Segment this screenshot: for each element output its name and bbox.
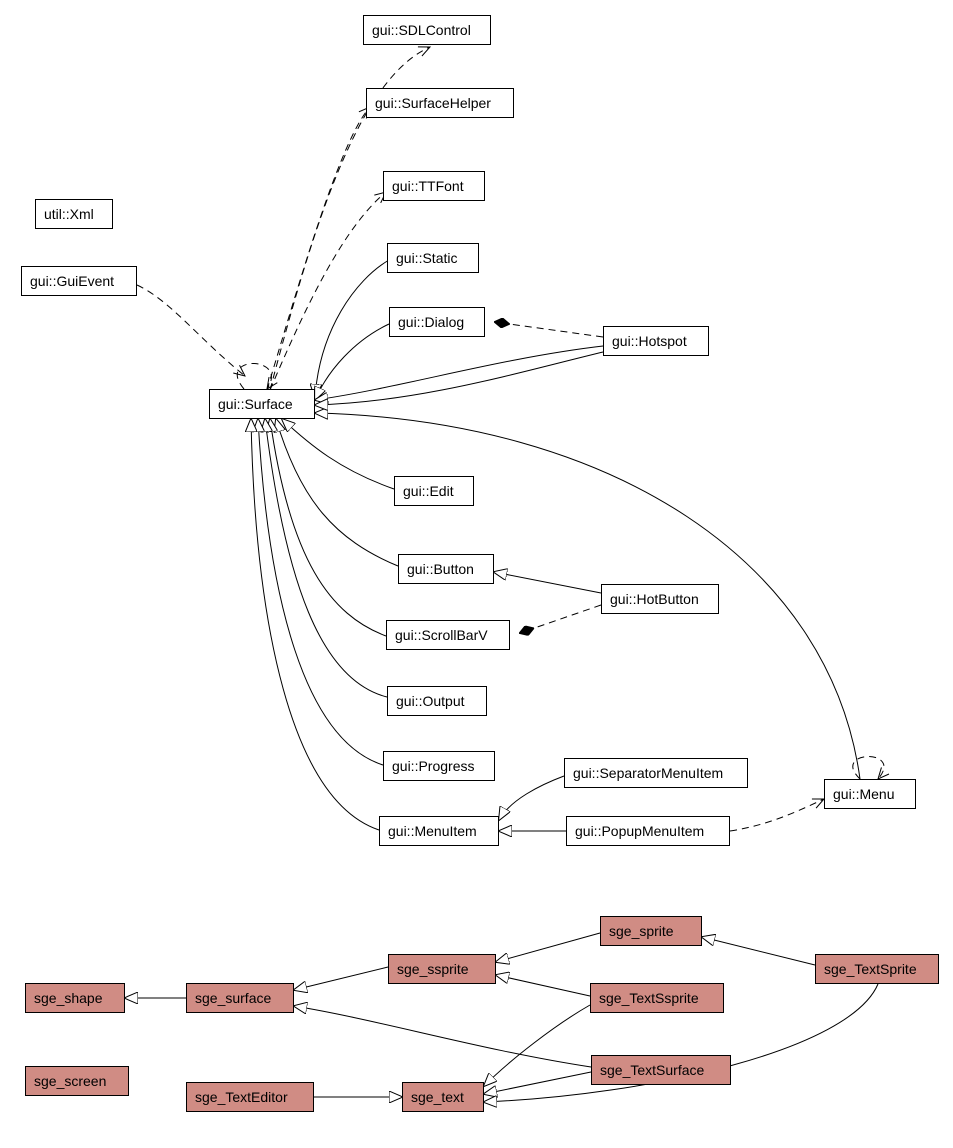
class-node-sgeTextSsprite[interactable]: sge_TextSsprite (590, 983, 724, 1013)
edge-guiMenuItem-to-guiSurface (251, 419, 379, 830)
class-node-guiPopupMenuItem[interactable]: gui::PopupMenuItem (566, 816, 730, 846)
class-node-guiOutput[interactable]: gui::Output (387, 686, 487, 716)
class-node-label: gui::MenuItem (388, 823, 477, 839)
diagram-canvas: util::Xmlgui::GuiEvent gui::SDLControlgui… (0, 0, 953, 1148)
edge-sgeTextSsprite-to-sgeText (484, 1005, 590, 1086)
class-node-label: gui::Surface (218, 396, 293, 412)
edge-guiPopupMenuItem-to-guiMenu (730, 799, 824, 831)
edge-guiSurface-to-guiSurfaceHelper (267, 107, 370, 390)
edge-guiOutput-to-guiSurface (265, 419, 387, 697)
class-node-label: gui::Output (396, 693, 465, 709)
class-node-guiStatic[interactable]: gui::Static (387, 243, 479, 273)
edge-guiProgress-to-guiSurface (258, 419, 383, 765)
edge-guiScrollBarV-to-guiSurface (270, 419, 386, 636)
class-node-label: sge_TextSsprite (599, 990, 699, 1006)
class-node-label: util::Xml (44, 206, 94, 222)
edge-guiButton-to-guiSurface (276, 419, 398, 566)
class-node-sgeText[interactable]: sge_text (402, 1082, 484, 1112)
class-node-label: sge_sprite (609, 923, 674, 939)
edge-guiHotspot-to-guiDialog (495, 322, 603, 337)
class-node-label: gui::Static (396, 250, 457, 266)
class-node-sgeShape[interactable]: sge_shape (25, 983, 125, 1013)
class-node-label: gui::SurfaceHelper (375, 95, 491, 111)
class-node-guiSurfaceHelper[interactable]: gui::SurfaceHelper (366, 88, 514, 118)
class-node-label: gui::TTFont (392, 178, 464, 194)
class-node-guiTTFont[interactable]: gui::TTFont (383, 171, 485, 201)
class-node-sgeScreen[interactable]: sge_screen (25, 1066, 129, 1096)
edge-guiDialog-to-guiSurface (315, 324, 389, 400)
class-node-label: gui::Edit (403, 483, 454, 499)
class-node-label: sge_TextSprite (824, 961, 917, 977)
class-node-guiMenuItem[interactable]: gui::MenuItem (379, 816, 499, 846)
edge-guiSeparatorMenuItem-to-guiMenuItem (499, 776, 564, 820)
class-node-sgeSprite[interactable]: sge_sprite (600, 916, 702, 946)
class-node-label: sge_screen (34, 1073, 106, 1089)
class-node-label: sge_shape (34, 990, 103, 1006)
edge-guiHotspot-to-guiSurface (315, 352, 603, 405)
class-node-sgeSsprite[interactable]: sge_ssprite (388, 954, 496, 984)
class-node-label: gui::HotButton (610, 591, 699, 607)
class-node-sgeTextEditor[interactable]: sge_TextEditor (186, 1082, 314, 1112)
class-node-guiEdit[interactable]: gui::Edit (394, 476, 474, 506)
class-node-label: gui::Button (407, 561, 474, 577)
class-node-guiSeparatorMenuItem[interactable]: gui::SeparatorMenuItem (564, 758, 748, 788)
class-node-guiSurface[interactable]: gui::Surface (209, 389, 315, 419)
edge-guiGuiEvent-to-guiSurface (137, 285, 245, 376)
class-node-guiButton[interactable]: gui::Button (398, 554, 494, 584)
edge-sgeSsprite-to-sgeSurface (294, 967, 388, 990)
edge-guiMenu-to-guiMenu (853, 756, 884, 779)
class-node-guiScrollBarV[interactable]: gui::ScrollBarV (386, 620, 510, 650)
class-node-label: gui::Progress (392, 758, 474, 774)
edge-guiSurface-to-guiSurface (237, 364, 271, 390)
class-node-guiProgress[interactable]: gui::Progress (383, 751, 495, 781)
class-node-guiHotButton[interactable]: gui::HotButton (601, 584, 719, 614)
class-node-sgeTextSurface[interactable]: sge_TextSurface (591, 1055, 731, 1085)
class-node-label: gui::GuiEvent (30, 273, 114, 289)
edge-guiHotButton-to-guiButton (494, 572, 601, 593)
edge-sgeTextSprite-to-sgeSprite (702, 937, 815, 965)
edge-guiStatic-to-guiSurface (315, 260, 389, 397)
class-node-label: sge_ssprite (397, 961, 469, 977)
class-node-label: sge_TextEditor (195, 1089, 288, 1105)
class-node-sgeTextSprite[interactable]: sge_TextSprite (815, 954, 939, 984)
edge-sgeSprite-to-sgeSsprite (496, 933, 600, 962)
class-node-label: sge_TextSurface (600, 1062, 704, 1078)
edge-guiSurface-to-guiTTFont (270, 192, 386, 390)
edge-sgeTextSsprite-to-sgeSsprite (496, 975, 590, 996)
edge-guiEdit-to-guiSurface (282, 419, 394, 489)
class-node-guiMenu[interactable]: gui::Menu (824, 779, 916, 809)
edge-sgeTextSurface-to-sgeSurface (294, 1006, 591, 1067)
edge-sgeTextSurface-to-sgeText (484, 1072, 591, 1094)
class-node-label: gui::Menu (833, 786, 894, 802)
edge-guiHotspot-to-guiSurface (315, 346, 603, 400)
class-node-label: sge_text (411, 1089, 464, 1105)
class-node-sgeSurface[interactable]: sge_surface (186, 983, 294, 1013)
class-node-guiHotspot[interactable]: gui::Hotspot (603, 326, 709, 356)
class-node-label: gui::PopupMenuItem (575, 823, 704, 839)
class-node-label: gui::SeparatorMenuItem (573, 765, 723, 781)
class-node-label: sge_surface (195, 990, 271, 1006)
edge-guiHotButton-to-guiScrollBarV (520, 605, 601, 633)
class-node-guiGuiEvent[interactable]: gui::GuiEvent (21, 266, 137, 296)
class-node-label: gui::ScrollBarV (395, 627, 488, 643)
class-node-label: gui::Dialog (398, 314, 464, 330)
class-node-guiSDLControl[interactable]: gui::SDLControl (363, 15, 491, 45)
class-node-guiDialog[interactable]: gui::Dialog (389, 307, 485, 337)
class-node-label: gui::SDLControl (372, 22, 471, 38)
class-node-utilXml[interactable]: util::Xml (35, 199, 113, 229)
edge-guiMenu-to-guiSurface (315, 413, 860, 779)
class-node-label: gui::Hotspot (612, 333, 687, 349)
